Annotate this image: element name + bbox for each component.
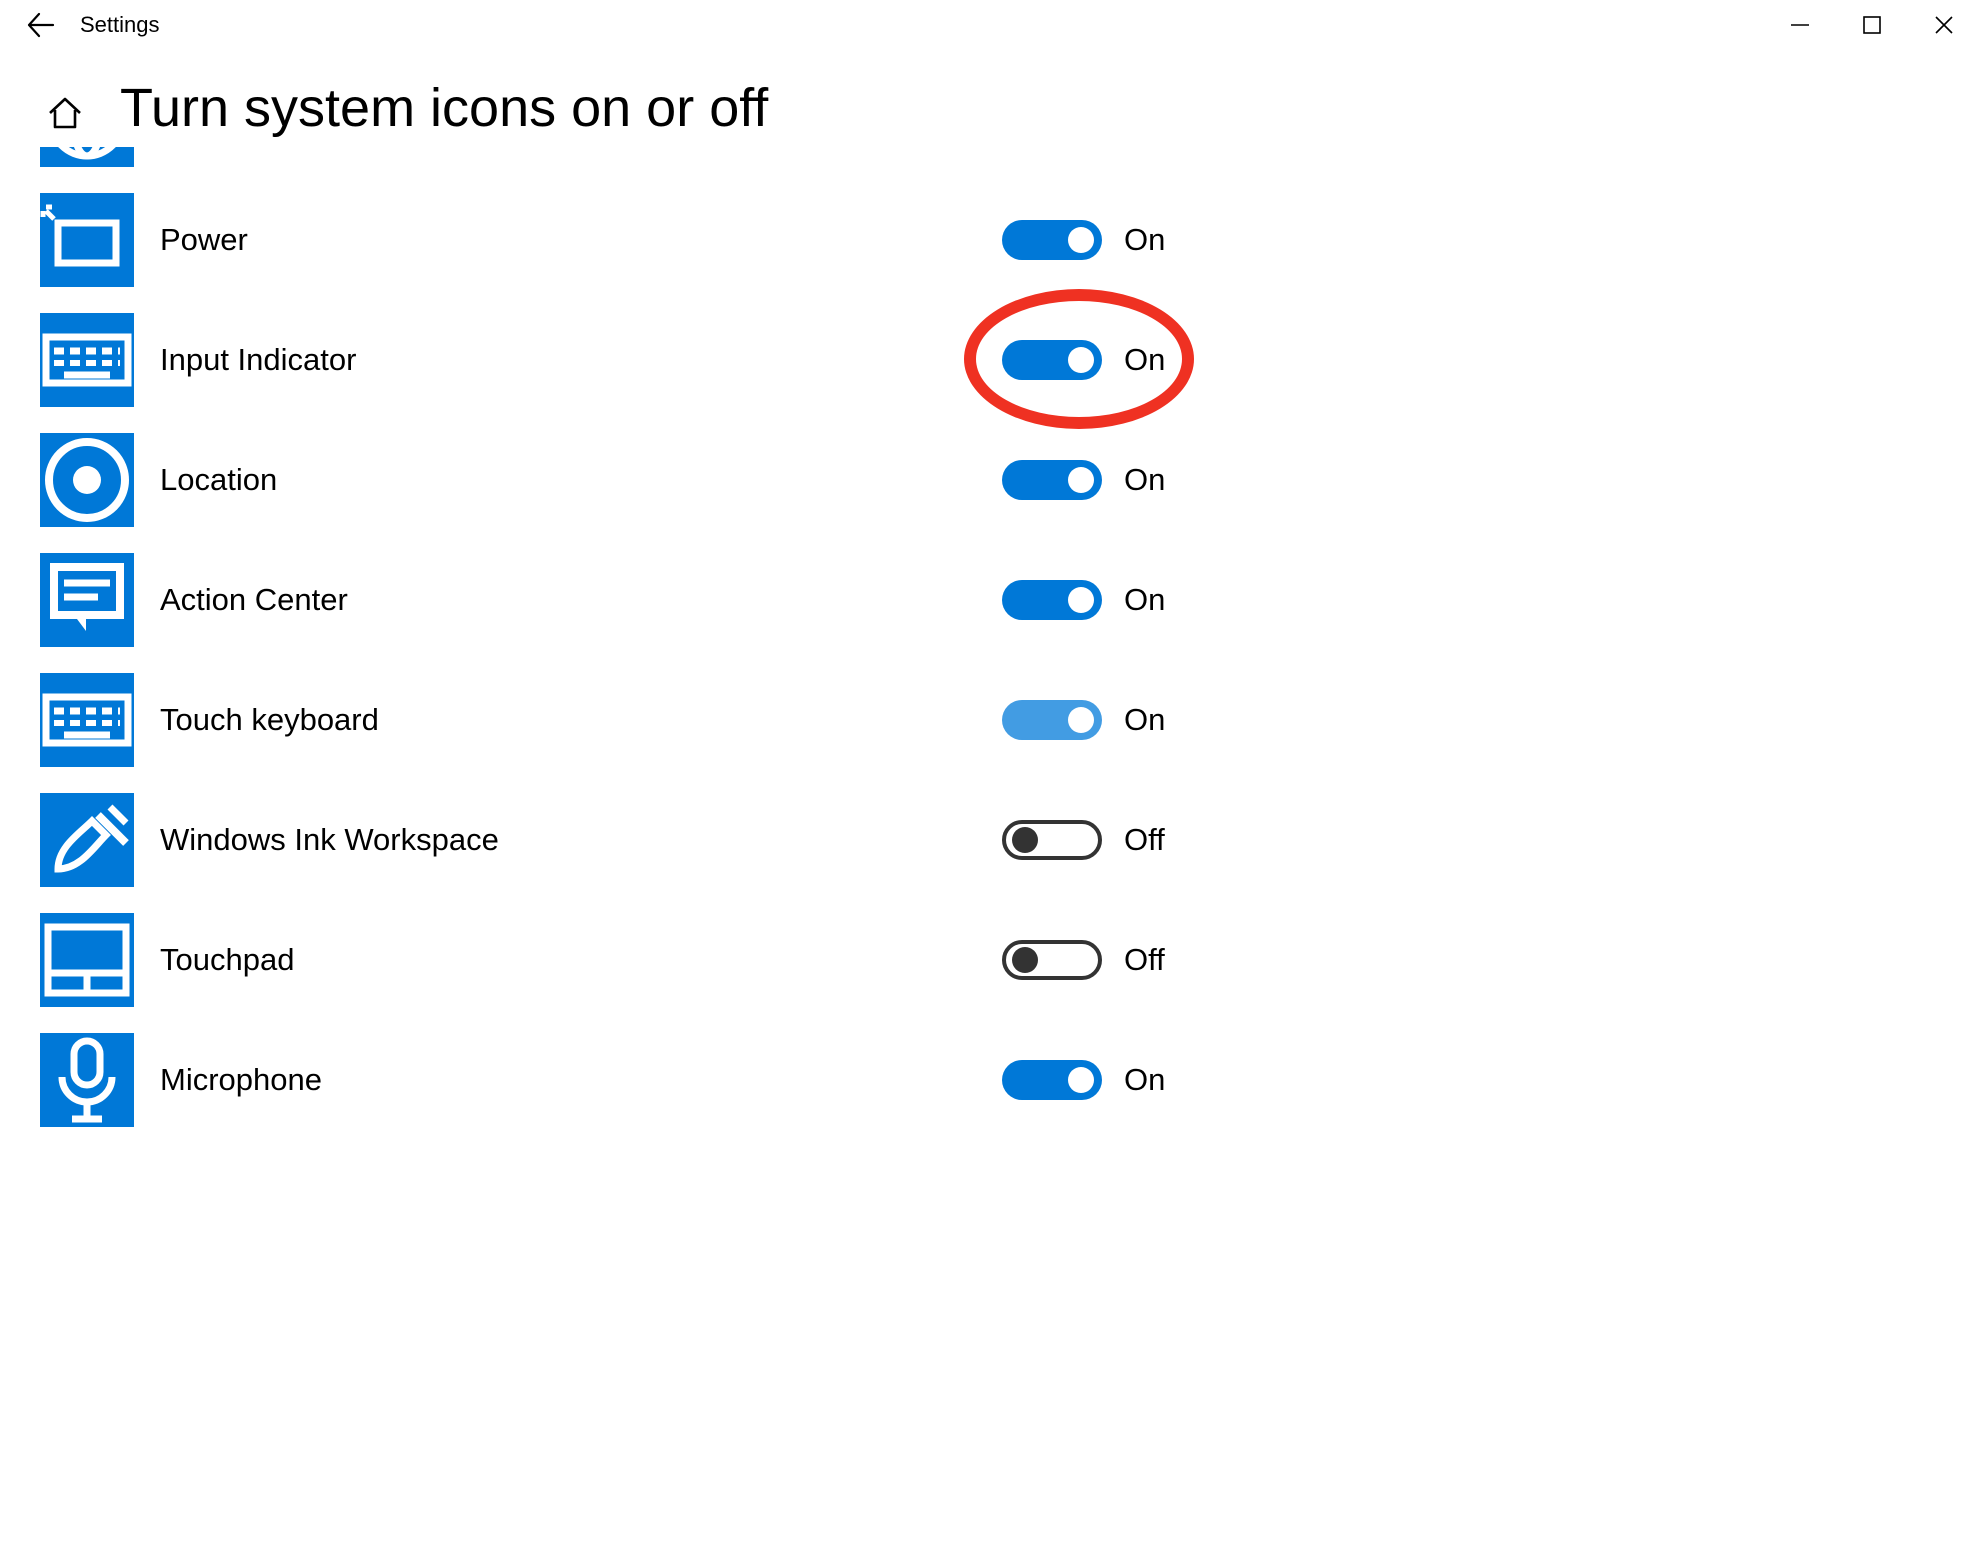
toggle-state-label: On xyxy=(1124,1062,1165,1098)
toggle-state-label: Off xyxy=(1124,822,1165,858)
action-center-icon xyxy=(40,553,134,647)
toggle-power[interactable] xyxy=(1002,220,1102,260)
touchpad-icon xyxy=(40,913,134,1007)
toggle-area: On xyxy=(1002,580,1165,620)
setting-label: Location xyxy=(160,462,277,498)
toggle-area: On xyxy=(1002,700,1165,740)
settings-list: NetworkOnPowerOnInput IndicatorOnLocatio… xyxy=(0,147,1440,1127)
toggle-windows-ink-workspace[interactable] xyxy=(1002,820,1102,860)
toggle-area: Off xyxy=(1002,820,1165,860)
back-button[interactable] xyxy=(0,0,80,50)
whitespace xyxy=(1230,0,1980,1564)
toggle-state-label: On xyxy=(1124,342,1165,378)
input-indicator-icon xyxy=(40,313,134,407)
power-icon xyxy=(40,193,134,287)
toggle-touchpad[interactable] xyxy=(1002,940,1102,980)
toggle-location[interactable] xyxy=(1002,460,1102,500)
toggle-input-indicator[interactable] xyxy=(1002,340,1102,380)
toggle-state-label: On xyxy=(1124,462,1165,498)
toggle-area: Off xyxy=(1002,940,1165,980)
toggle-area: On xyxy=(1002,340,1165,380)
home-button[interactable] xyxy=(40,87,90,137)
toggle-state-label: On xyxy=(1124,702,1165,738)
microphone-icon xyxy=(40,1033,134,1127)
back-arrow-icon xyxy=(25,10,55,40)
toggle-action-center[interactable] xyxy=(1002,580,1102,620)
setting-label: Power xyxy=(160,222,248,258)
toggle-state-label: On xyxy=(1124,222,1165,258)
setting-label: Input Indicator xyxy=(160,342,356,378)
toggle-touch-keyboard[interactable] xyxy=(1002,700,1102,740)
setting-label: Action Center xyxy=(160,582,348,618)
setting-label: Touch keyboard xyxy=(160,702,379,738)
toggle-area: On xyxy=(1002,220,1165,260)
network-icon xyxy=(40,147,134,167)
toggle-state-label: Off xyxy=(1124,942,1165,978)
windows-ink-workspace-icon xyxy=(40,793,134,887)
app-title: Settings xyxy=(80,12,160,38)
toggle-state-label: On xyxy=(1124,582,1165,618)
setting-label: Touchpad xyxy=(160,942,294,978)
toggle-area: On xyxy=(1002,1060,1165,1100)
toggle-microphone[interactable] xyxy=(1002,1060,1102,1100)
setting-label: Microphone xyxy=(160,1062,322,1098)
touch-keyboard-icon xyxy=(40,673,134,767)
toggle-area: On xyxy=(1002,460,1165,500)
location-icon xyxy=(40,433,134,527)
home-icon xyxy=(44,91,86,133)
settings-window: Settings Turn system icons on or off Net… xyxy=(0,0,1980,1527)
setting-label: Windows Ink Workspace xyxy=(160,822,499,858)
page-title: Turn system icons on or off xyxy=(120,80,768,137)
